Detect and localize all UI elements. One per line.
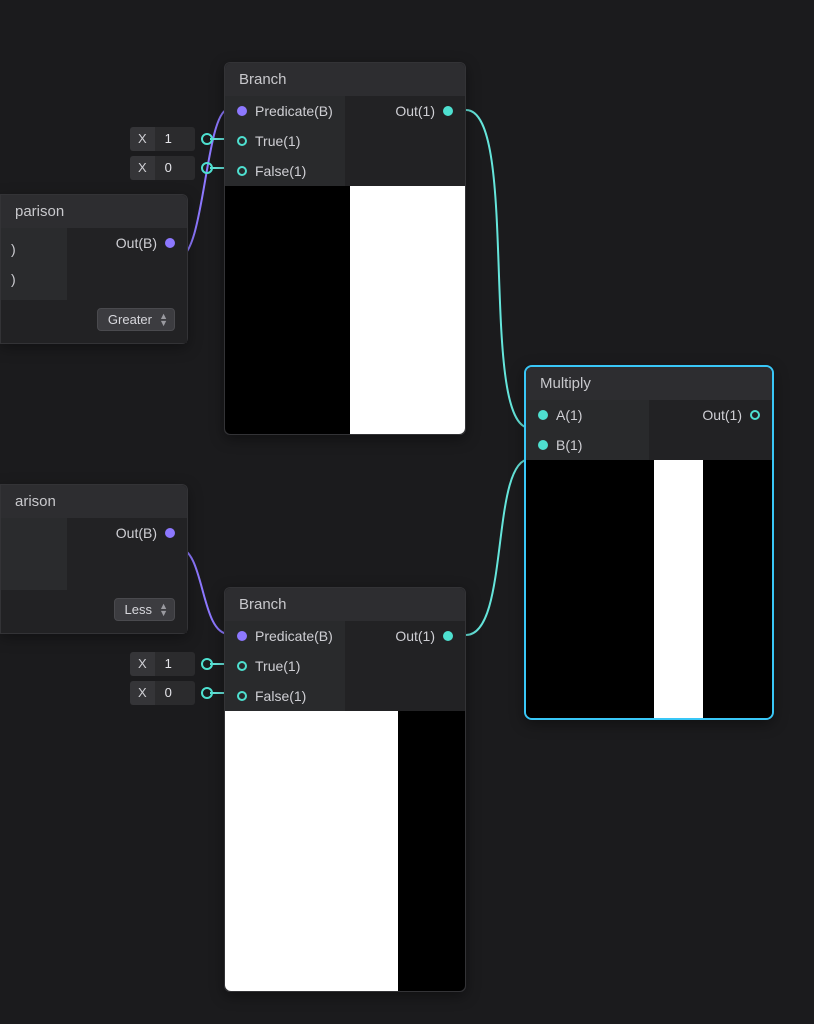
node-title[interactable]: arison	[1, 485, 187, 518]
number-input-x1[interactable]: X 1	[130, 652, 195, 676]
port-false[interactable]: False(1)	[225, 156, 345, 186]
port-dot-icon[interactable]	[201, 658, 213, 670]
port-true[interactable]: True(1)	[225, 651, 345, 681]
comparison-mode-select[interactable]: Less ▲▼	[114, 598, 175, 621]
port-out[interactable]: Out(1)	[690, 400, 772, 430]
port-label: False(1)	[255, 688, 306, 704]
node-title[interactable]: Multiply	[526, 367, 772, 400]
port-b[interactable]: B(1)	[526, 430, 649, 460]
port-label: Out(1)	[395, 103, 435, 119]
port-label: Out(B)	[116, 235, 157, 251]
port-dot-icon[interactable]	[237, 691, 247, 701]
number-input-x0[interactable]: X 0	[130, 681, 195, 705]
number-value[interactable]: 1	[155, 127, 195, 151]
select-value: Greater	[108, 312, 152, 327]
port-dot-icon[interactable]	[201, 687, 213, 699]
port-out[interactable]: Out(B)	[104, 228, 187, 258]
node-graph-canvas[interactable]: { "branch1": { "title": "Branch", "predi…	[0, 0, 814, 1024]
port-dot-icon[interactable]	[237, 631, 247, 641]
port-predicate[interactable]: Predicate(B)	[225, 96, 345, 126]
port-dot-icon[interactable]	[165, 528, 175, 538]
port-label: Out(1)	[395, 628, 435, 644]
select-value: Less	[125, 602, 152, 617]
node-comparison-2[interactable]: arison Out(B) Less ▲▼	[0, 484, 188, 634]
port-out[interactable]: Out(B)	[104, 518, 187, 548]
port-dot-icon[interactable]	[201, 133, 213, 145]
port-dot-icon[interactable]	[237, 136, 247, 146]
chevron-updown-icon: ▲▼	[159, 603, 168, 617]
number-label: X	[130, 156, 155, 180]
node-branch-1[interactable]: Branch Predicate(B) True(1) False(1) Out…	[224, 62, 466, 435]
number-input-x1[interactable]: X 1	[130, 127, 195, 151]
number-value[interactable]: 1	[155, 652, 195, 676]
port-dot-icon[interactable]	[237, 106, 247, 116]
node-preview	[526, 460, 772, 718]
comparison-mode-select[interactable]: Greater ▲▼	[97, 308, 175, 331]
number-value[interactable]: 0	[155, 156, 195, 180]
port-true[interactable]: True(1)	[225, 126, 345, 156]
port-label: Predicate(B)	[255, 628, 333, 644]
port-label: B(1)	[556, 437, 582, 453]
port-dot-icon[interactable]	[538, 410, 548, 420]
node-multiply[interactable]: Multiply A(1) B(1) Out(1)	[524, 365, 774, 720]
port-dot-icon[interactable]	[443, 631, 453, 641]
number-label: X	[130, 681, 155, 705]
port-out[interactable]: Out(1)	[383, 621, 465, 651]
port-in-b[interactable]: )	[11, 264, 57, 294]
node-preview	[225, 186, 465, 434]
port-label: Out(1)	[702, 407, 742, 423]
port-false[interactable]: False(1)	[225, 681, 345, 711]
number-value[interactable]: 0	[155, 681, 195, 705]
port-dot-icon[interactable]	[237, 661, 247, 671]
port-label: False(1)	[255, 163, 306, 179]
port-dot-icon[interactable]	[237, 166, 247, 176]
port-dot-icon[interactable]	[443, 106, 453, 116]
port-dot-icon[interactable]	[165, 238, 175, 248]
port-label: Out(B)	[116, 525, 157, 541]
node-title[interactable]: parison	[1, 195, 187, 228]
node-title[interactable]: Branch	[225, 588, 465, 621]
port-a[interactable]: A(1)	[526, 400, 649, 430]
port-in-a[interactable]: )	[11, 234, 57, 264]
node-comparison-1[interactable]: parison ) ) Out(B) Greater ▲▼	[0, 194, 188, 344]
port-dot-icon[interactable]	[201, 162, 213, 174]
port-label: A(1)	[556, 407, 582, 423]
number-label: X	[130, 652, 155, 676]
port-label: True(1)	[255, 658, 300, 674]
port-dot-icon[interactable]	[750, 410, 760, 420]
port-dot-icon[interactable]	[538, 440, 548, 450]
port-predicate[interactable]: Predicate(B)	[225, 621, 345, 651]
node-branch-2[interactable]: Branch Predicate(B) True(1) False(1) Out…	[224, 587, 466, 992]
port-label: True(1)	[255, 133, 300, 149]
number-label: X	[130, 127, 155, 151]
node-title[interactable]: Branch	[225, 63, 465, 96]
node-preview	[225, 711, 465, 991]
number-input-x0[interactable]: X 0	[130, 156, 195, 180]
port-out[interactable]: Out(1)	[383, 96, 465, 126]
chevron-updown-icon: ▲▼	[159, 313, 168, 327]
port-label: Predicate(B)	[255, 103, 333, 119]
